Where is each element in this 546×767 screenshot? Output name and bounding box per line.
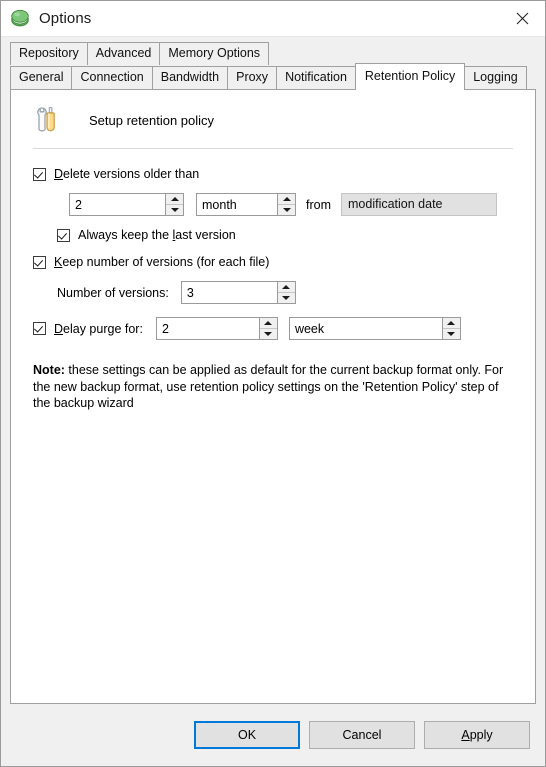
note-body: these settings can be applied as default…: [33, 363, 504, 410]
tab-bandwidth[interactable]: Bandwidth: [151, 66, 229, 89]
dialog-footer: OK Cancel Apply: [1, 704, 545, 766]
stepper-up-icon[interactable]: [259, 318, 277, 329]
tab-row-bottom: General Connection Bandwidth Proxy Notif…: [1, 63, 545, 90]
number-of-versions-stepper[interactable]: 3: [180, 281, 296, 304]
stepper-down-icon[interactable]: [442, 329, 460, 339]
header-separator: [33, 148, 513, 149]
delete-versions-from-field: modification date: [341, 193, 497, 216]
row-delete-versions: Delete versions older than: [33, 167, 513, 181]
row-number-of-versions: Number of versions: 3: [33, 281, 513, 304]
tools-wrench-screwdriver-icon: [37, 107, 55, 132]
retention-policy-form: Delete versions older than 2 month from …: [11, 167, 535, 412]
row-delay-purge: Delay purge for: 2 week: [33, 317, 513, 340]
stepper-up-icon[interactable]: [277, 282, 295, 293]
stepper-down-icon[interactable]: [277, 293, 295, 303]
tab-notification[interactable]: Notification: [276, 66, 356, 89]
delay-purge-amount-stepper[interactable]: 2: [155, 317, 278, 340]
checkbox-box: [33, 322, 46, 335]
delete-versions-unit-stepper[interactable]: month: [196, 193, 296, 216]
checkbox-box: [57, 228, 70, 242]
stepper-up-icon[interactable]: [166, 194, 183, 205]
checkbox-box: [33, 255, 46, 269]
from-label: from: [306, 197, 331, 212]
app-green-blob-icon: [11, 9, 29, 26]
keep-number-label: Keep number of versions (for each file): [54, 255, 270, 269]
tab-row-top: Repository Advanced Memory Options: [1, 41, 545, 65]
tab-general[interactable]: General: [10, 66, 73, 89]
window-title: Options: [39, 10, 92, 27]
tab-memory-options[interactable]: Memory Options: [159, 42, 270, 65]
note-text: Note: these settings can be applied as d…: [33, 362, 513, 412]
row-always-keep-last: Always keep the last version: [33, 228, 513, 242]
always-keep-last-checkbox[interactable]: Always keep the last version: [57, 228, 236, 242]
ok-button[interactable]: OK: [194, 721, 300, 749]
stepper-up-icon[interactable]: [442, 318, 460, 329]
always-keep-last-label: Always keep the last version: [78, 228, 236, 242]
delay-purge-unit-stepper[interactable]: week: [288, 317, 461, 340]
tab-strip: Repository Advanced Memory Options Gener…: [1, 37, 545, 90]
delete-versions-amount-value: 2: [75, 197, 82, 212]
number-of-versions-label: Number of versions:: [57, 285, 169, 300]
tab-repository[interactable]: Repository: [10, 42, 88, 65]
stepper-buttons[interactable]: [258, 318, 277, 339]
row-delete-versions-values: 2 month from modification date: [33, 193, 513, 216]
number-of-versions-value: 3: [186, 285, 194, 300]
checkbox-box: [33, 167, 46, 181]
delete-versions-unit-value: month: [202, 197, 237, 212]
delay-purge-checkbox[interactable]: Delay purge for:: [33, 322, 143, 336]
panel-title: Setup retention policy: [89, 112, 215, 128]
delete-versions-amount-stepper[interactable]: 2: [69, 193, 184, 216]
close-icon[interactable]: [499, 1, 545, 35]
options-dialog-window: Options Repository Advanced Memory Optio…: [0, 0, 546, 767]
tab-advanced[interactable]: Advanced: [86, 42, 161, 65]
stepper-up-icon[interactable]: [278, 194, 295, 205]
stepper-buttons[interactable]: [441, 318, 460, 339]
delay-purge-label: Delay purge for:: [54, 321, 143, 336]
stepper-buttons[interactable]: [165, 194, 183, 215]
keep-number-checkbox[interactable]: Keep number of versions (for each file): [33, 255, 269, 269]
delay-purge-amount-value: 2: [161, 321, 169, 336]
delete-versions-checkbox[interactable]: Delete versions older than: [33, 167, 199, 181]
apply-button[interactable]: Apply: [424, 721, 530, 749]
tab-connection[interactable]: Connection: [71, 66, 153, 89]
stepper-down-icon[interactable]: [259, 329, 277, 339]
delay-purge-unit-value: week: [294, 321, 325, 336]
tab-proxy[interactable]: Proxy: [227, 66, 278, 89]
tab-retention-policy[interactable]: Retention Policy: [354, 63, 466, 90]
title-bar: Options: [1, 1, 545, 37]
stepper-buttons[interactable]: [276, 282, 295, 303]
stepper-buttons[interactable]: [277, 194, 295, 215]
tab-logging[interactable]: Logging: [464, 66, 527, 89]
cancel-button[interactable]: Cancel: [309, 721, 415, 749]
stepper-down-icon[interactable]: [166, 205, 183, 215]
tab-content-panel: Setup retention policy Delete versions o…: [10, 89, 536, 704]
note-bold-label: Note:: [33, 363, 65, 377]
delete-versions-label: Delete versions older than: [54, 167, 200, 181]
row-keep-number: Keep number of versions (for each file): [33, 255, 513, 269]
panel-header: Setup retention policy: [11, 90, 535, 134]
stepper-down-icon[interactable]: [278, 205, 295, 215]
